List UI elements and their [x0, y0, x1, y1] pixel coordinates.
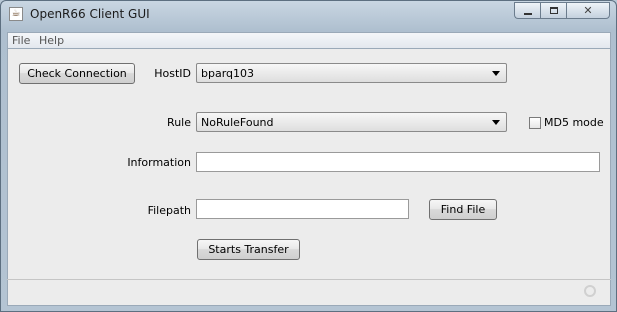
- rule-select[interactable]: NoRuleFound: [196, 112, 507, 132]
- status-separator: [7, 279, 611, 280]
- starts-transfer-button[interactable]: Starts Transfer: [197, 239, 300, 260]
- close-button[interactable]: ✕: [566, 2, 610, 19]
- hostid-label: HostID: [154, 67, 191, 80]
- window-title: OpenR66 Client GUI: [30, 7, 150, 21]
- maximize-button[interactable]: [540, 2, 566, 19]
- busy-indicator-icon: [584, 285, 596, 297]
- md5-mode-checkbox[interactable]: [529, 117, 541, 129]
- menu-file[interactable]: File: [12, 34, 30, 47]
- main-panel: [7, 48, 611, 306]
- md5-mode-label[interactable]: MD5 mode: [544, 116, 604, 129]
- rule-selected-value: NoRuleFound: [201, 116, 274, 129]
- java-cup-icon: ☕: [9, 7, 23, 21]
- menu-help[interactable]: Help: [39, 34, 64, 47]
- chevron-down-icon: [492, 71, 500, 76]
- title-bar[interactable]: ☕ OpenR66 Client GUI ✕: [1, 1, 616, 29]
- information-field[interactable]: [196, 152, 600, 172]
- filepath-label: Filepath: [147, 204, 191, 217]
- hostid-select[interactable]: bparq103: [196, 63, 507, 83]
- minimize-icon: [523, 12, 532, 15]
- close-icon: ✕: [583, 4, 593, 17]
- information-label: Information: [127, 156, 191, 169]
- chevron-down-icon: [492, 120, 500, 125]
- filepath-field[interactable]: [196, 199, 409, 219]
- app-window: ☕ OpenR66 Client GUI ✕ File Help Check C…: [0, 0, 617, 312]
- minimize-button[interactable]: [514, 2, 540, 19]
- hostid-selected-value: bparq103: [201, 67, 255, 80]
- check-connection-button[interactable]: Check Connection: [19, 63, 135, 84]
- window-controls: ✕: [514, 2, 610, 20]
- menu-bar: File Help: [7, 32, 611, 48]
- rule-label: Rule: [167, 116, 191, 129]
- restore-icon: [549, 7, 558, 14]
- find-file-button[interactable]: Find File: [429, 199, 497, 220]
